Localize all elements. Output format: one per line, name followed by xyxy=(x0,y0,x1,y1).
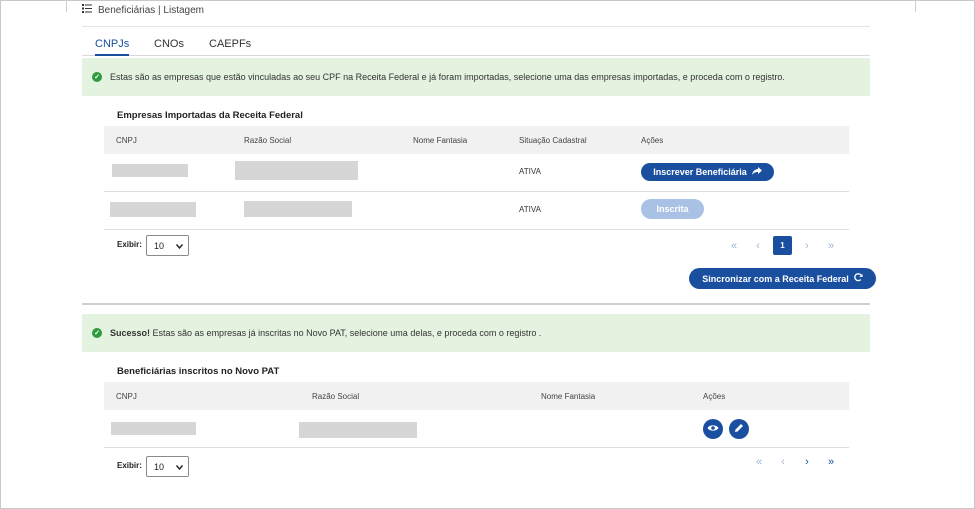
prev-page-icon[interactable]: ‹ xyxy=(771,456,795,468)
pencil-icon xyxy=(734,423,744,435)
page-size-value: 10 xyxy=(154,240,165,251)
table-row: ATIVA Inscrever Beneficiária xyxy=(104,154,849,192)
column-header-cnpj: CNPJ xyxy=(116,136,137,145)
last-page-icon[interactable]: » xyxy=(819,240,843,252)
view-button[interactable] xyxy=(703,419,723,439)
column-header-razao-social: Razão Social xyxy=(244,136,292,145)
pagination: « ‹ › » xyxy=(747,456,843,468)
table-row xyxy=(104,410,849,448)
first-page-icon[interactable]: « xyxy=(747,456,771,468)
frame-divider xyxy=(915,0,916,12)
column-header-nome-fantasia: Nome Fantasia xyxy=(541,392,596,401)
first-page-icon[interactable]: « xyxy=(722,240,746,252)
sincronizar-button[interactable]: Sincronizar com a Receita Federal xyxy=(689,268,876,289)
redacted-razao-social xyxy=(244,201,352,217)
last-page-icon[interactable]: » xyxy=(819,456,843,468)
chevron-down-icon xyxy=(175,462,184,472)
column-header-cnpj: CNPJ xyxy=(116,392,137,401)
pagination: « ‹ 1 › » xyxy=(722,236,843,255)
exibir-label: Exibir: xyxy=(117,461,142,470)
column-header-situacao: Situação Cadastral xyxy=(519,136,587,145)
table-row: ATIVA Inscrita xyxy=(104,192,849,230)
redacted-razao-social xyxy=(299,422,417,438)
check-circle-icon: ✓ xyxy=(92,72,102,82)
page-title: Beneficiárias | Listagem xyxy=(98,4,204,16)
table-header: CNPJ Razão Social Nome Fantasia Situação… xyxy=(104,126,849,154)
tab-cnpjs[interactable]: CNPJs xyxy=(95,38,130,56)
button-label: Inscrever Beneficiária xyxy=(653,167,747,177)
share-arrow-icon xyxy=(751,167,762,177)
chevron-down-icon xyxy=(175,241,184,251)
success-alert: ✓ Sucesso! Estas são as empresas já insc… xyxy=(82,314,870,352)
tab-cnos[interactable]: CNOs xyxy=(154,38,184,54)
refresh-icon xyxy=(854,273,863,284)
alert-text: Estas são as empresas que estão vinculad… xyxy=(110,72,785,82)
redacted-cnpj xyxy=(111,422,196,435)
info-alert: ✓ Estas são as empresas que estão vincul… xyxy=(82,58,870,96)
redacted-cnpj xyxy=(112,164,188,177)
status-text: ATIVA xyxy=(519,167,541,176)
alert-bold-text: Sucesso! xyxy=(110,328,151,338)
next-page-icon[interactable]: › xyxy=(795,240,819,252)
frame-divider xyxy=(66,0,67,12)
alert-body-text: Estas são as empresas já inscritas no No… xyxy=(150,328,542,338)
page-header: Beneficiárias | Listagem xyxy=(82,4,204,16)
page-size-value: 10 xyxy=(154,461,165,472)
inscrita-button: Inscrita xyxy=(641,199,704,219)
section-title: Empresas Importadas da Receita Federal xyxy=(117,110,303,121)
column-header-razao-social: Razão Social xyxy=(312,392,360,401)
button-label: Sincronizar com a Receita Federal xyxy=(702,273,849,284)
status-text: ATIVA xyxy=(519,205,541,214)
page-size-select[interactable]: 10 xyxy=(146,235,189,256)
check-circle-icon: ✓ xyxy=(92,328,102,338)
alert-text: Sucesso! Estas são as empresas já inscri… xyxy=(110,328,541,338)
eye-icon xyxy=(707,424,719,434)
column-header-nome-fantasia: Nome Fantasia xyxy=(413,136,468,145)
list-icon xyxy=(82,4,92,16)
column-header-acoes: Ações xyxy=(703,392,726,401)
tab-bar: CNPJs CNOs CAEPFs xyxy=(82,38,870,56)
section-title: Beneficiárias inscritos no Novo PAT xyxy=(117,366,280,377)
table-header: CNPJ Razão Social Nome Fantasia Ações xyxy=(104,382,849,410)
inscrever-beneficiaria-button[interactable]: Inscrever Beneficiária xyxy=(641,163,774,181)
tab-caepfs[interactable]: CAEPFs xyxy=(209,38,251,54)
page-size-select[interactable]: 10 xyxy=(146,456,189,477)
next-page-icon[interactable]: › xyxy=(795,456,819,468)
redacted-razao-social xyxy=(235,161,358,180)
exibir-label: Exibir: xyxy=(117,240,142,249)
column-header-acoes: Ações xyxy=(641,136,664,145)
prev-page-icon[interactable]: ‹ xyxy=(746,240,770,252)
section-divider xyxy=(82,303,870,305)
page-number-button[interactable]: 1 xyxy=(773,236,792,255)
redacted-cnpj xyxy=(110,202,196,217)
header-divider xyxy=(82,26,870,27)
edit-button[interactable] xyxy=(729,419,749,439)
